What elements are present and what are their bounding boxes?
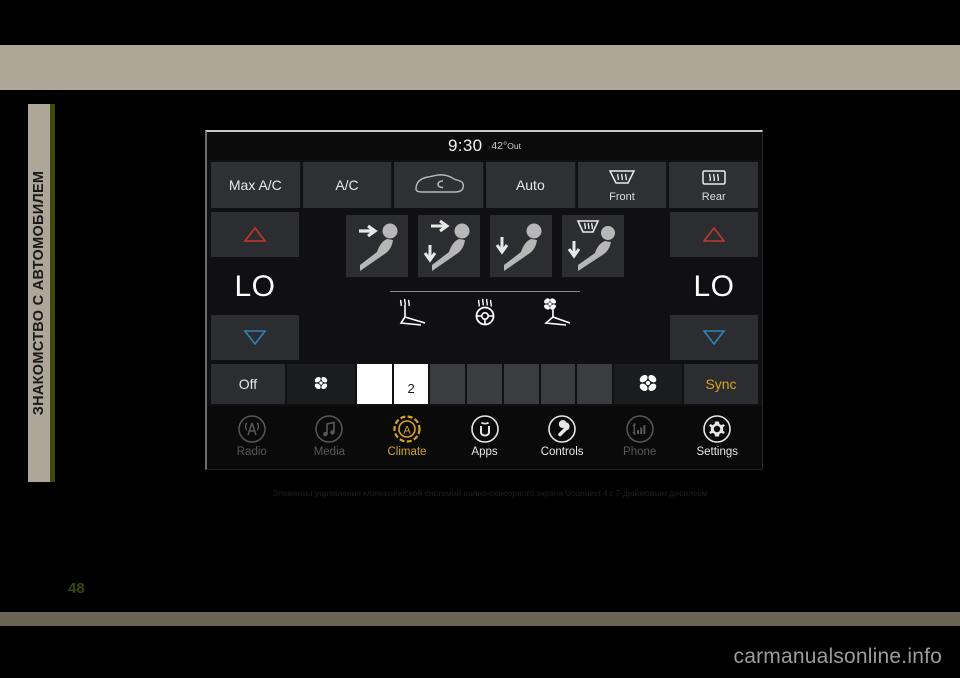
fan-bar-5[interactable]: [503, 364, 539, 404]
uconnect-apps-icon: [470, 414, 500, 444]
fan-bar-4[interactable]: [467, 364, 502, 404]
phone-signal-icon: [625, 414, 655, 444]
nav-label-controls: Controls: [540, 446, 584, 458]
nav-item-controls[interactable]: Controls: [523, 414, 601, 458]
nav-label-media: Media: [313, 446, 346, 458]
nav-item-media[interactable]: Media: [291, 414, 369, 458]
fan-off-label: Off: [238, 376, 258, 392]
airflow-and-comfort-zone: [301, 212, 668, 360]
temp-up-triangle-icon: [243, 226, 267, 243]
rear-defrost-label: Rear: [701, 190, 726, 203]
radio-tower-icon: [237, 414, 267, 444]
gear-icon: [702, 414, 732, 444]
nav-label-radio: Radio: [236, 446, 267, 458]
outside-temperature-value: 42°: [491, 140, 508, 152]
fan-bar-6[interactable]: [540, 364, 576, 404]
face-airflow-mode[interactable]: [345, 215, 408, 277]
nav-item-settings[interactable]: Settings: [678, 414, 756, 458]
wrench-icon: [547, 414, 577, 444]
heated-steering-wheel-icon[interactable]: [468, 297, 502, 327]
music-note-icon: [314, 414, 344, 444]
fan-speed-row: Off 2 Sync: [207, 362, 762, 406]
driver-temperature-control: LO: [211, 212, 299, 360]
rear-defrost-icon: [699, 168, 729, 192]
fan-bar-7[interactable]: [577, 364, 613, 404]
passenger-temp-down-button[interactable]: [670, 315, 758, 360]
climate-mid-zone: LO LO: [207, 210, 762, 362]
fan-bar-3[interactable]: [430, 364, 466, 404]
front-defrost-label: Front: [609, 190, 635, 203]
driver-temp-value: LO: [234, 270, 276, 303]
fan-small-icon: [312, 374, 330, 395]
fan-decrease-button[interactable]: [287, 364, 355, 404]
fan-bar-1[interactable]: [357, 364, 392, 404]
clock-display: 9:30: [448, 136, 483, 155]
floor-and-defrost-airflow-mode[interactable]: [561, 215, 624, 277]
nav-label-apps: Apps: [471, 446, 498, 458]
status-bar: 9:30 42°Out: [207, 132, 762, 160]
sync-label: Sync: [705, 376, 737, 392]
climate-top-row: Max A/C A/C Auto Front Rear: [207, 160, 762, 210]
front-defrost-button[interactable]: Front: [577, 162, 668, 208]
heated-seat-icon[interactable]: [396, 297, 430, 327]
figure-caption: Элементы управления климатической систем…: [272, 489, 708, 498]
passenger-temp-up-button[interactable]: [670, 212, 758, 257]
nav-item-climate[interactable]: A Climate: [368, 414, 446, 458]
site-watermark: carmanualsonline.info: [733, 645, 942, 668]
chapter-tab-rule: [50, 104, 55, 482]
outside-temperature-label: Out: [507, 141, 521, 151]
header-band: [0, 45, 960, 90]
footer-band: [0, 612, 960, 626]
auto-label: Auto: [515, 177, 545, 193]
sync-button[interactable]: Sync: [684, 364, 758, 404]
ac-label: A/C: [335, 177, 359, 193]
comfort-feature-row: [303, 289, 666, 327]
temp-up-triangle-icon: [702, 226, 726, 243]
uconnect-touchscreen[interactable]: 9:30 42°Out Max A/C A/C Auto Front Rear …: [205, 130, 763, 470]
manual-page: ЗНАКОМСТВО С АВТОМОБИЛЕМ 48 carmanualson…: [0, 0, 960, 678]
chapter-tab: ЗНАКОМСТВО С АВТОМОБИЛЕМ: [28, 104, 55, 482]
fan-level-bars[interactable]: 2: [357, 364, 613, 404]
airflow-mode-group: [303, 212, 666, 277]
rear-defrost-button[interactable]: Rear: [669, 162, 759, 208]
main-nav-bar: Radio Media A Climate Apps Controls Phon…: [207, 406, 762, 466]
nav-item-phone[interactable]: Phone: [601, 414, 679, 458]
nav-label-phone: Phone: [623, 446, 657, 458]
auto-button[interactable]: Auto: [486, 162, 576, 208]
passenger-temp-value: LO: [693, 270, 735, 303]
fan-large-icon: [636, 371, 660, 398]
floor-airflow-mode[interactable]: [489, 215, 552, 277]
ventilated-seat-icon[interactable]: [540, 297, 574, 327]
temp-down-triangle-icon: [243, 329, 267, 346]
face-and-floor-airflow-mode[interactable]: [417, 215, 480, 277]
driver-temp-up-button[interactable]: [211, 212, 299, 257]
fan-bar-2[interactable]: 2: [393, 364, 429, 404]
recirculation-button[interactable]: [394, 162, 485, 208]
temp-down-triangle-icon: [702, 329, 726, 346]
fan-off-button[interactable]: Off: [211, 364, 285, 404]
driver-temp-down-button[interactable]: [211, 315, 299, 360]
front-defrost-icon: [606, 168, 638, 192]
nav-label-settings: Settings: [696, 446, 739, 458]
nav-item-apps[interactable]: Apps: [446, 414, 524, 458]
page-number: 48: [68, 580, 85, 597]
nav-item-radio[interactable]: Radio: [213, 414, 291, 458]
fan-increase-button[interactable]: [614, 364, 682, 404]
chapter-tab-label: ЗНАКОМСТВО С АВТОМОБИЛЕМ: [31, 170, 47, 416]
svg-text:A: A: [403, 425, 411, 437]
max-ac-label: Max A/C: [228, 177, 282, 193]
climate-auto-icon: A: [392, 414, 422, 444]
ac-button[interactable]: A/C: [302, 162, 393, 208]
max-ac-button[interactable]: Max A/C: [211, 162, 301, 208]
outside-temperature: 42°Out: [491, 140, 521, 152]
recirculation-icon: [412, 171, 466, 200]
passenger-temperature-control: LO: [670, 212, 758, 360]
nav-label-climate: Climate: [387, 446, 427, 458]
